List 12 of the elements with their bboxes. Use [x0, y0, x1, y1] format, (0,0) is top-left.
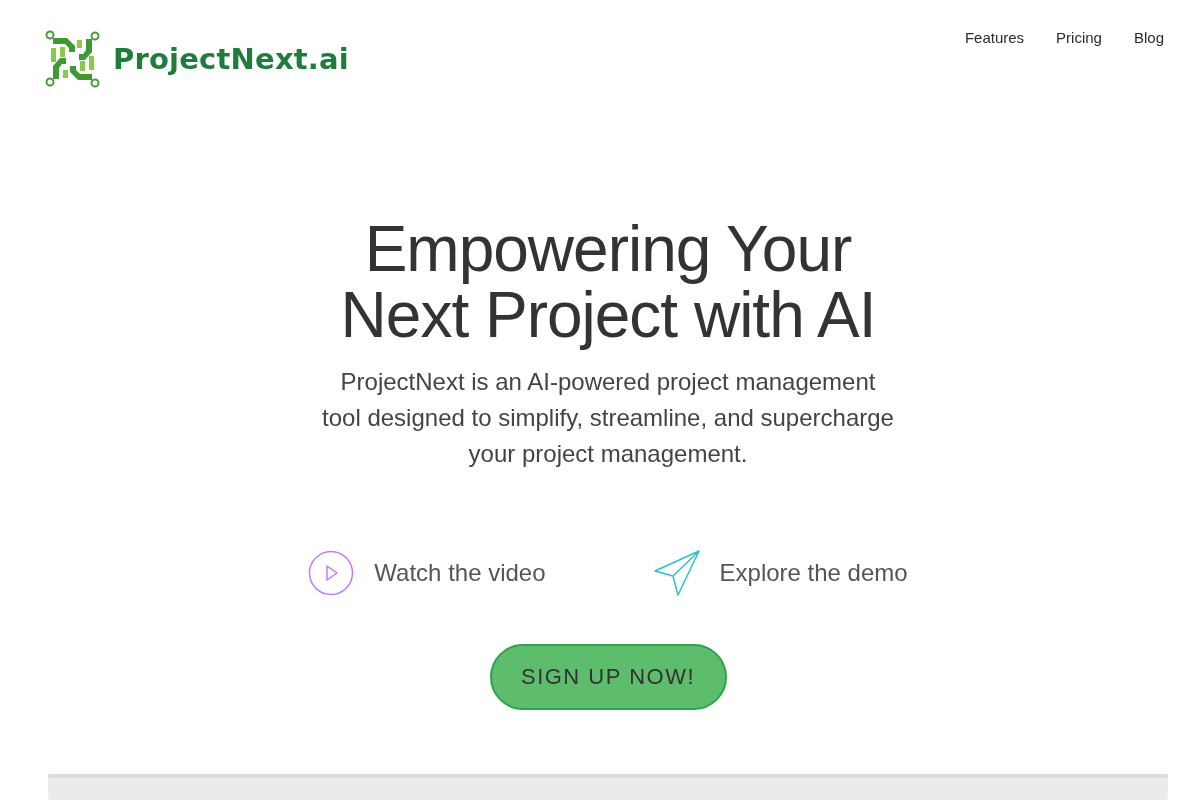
paper-plane-icon [653, 550, 700, 596]
nav-link[interactable]: Features [964, 30, 1025, 46]
brand-name: ProjectNext.ai [113, 42, 349, 76]
circuit-logo-icon [45, 30, 101, 88]
watch-video-link[interactable]: Watch the video [308, 550, 546, 596]
hero-description: ProjectNext is an AI-powered project management tool designed to simplify, streamline, and supercharge your project management. [322, 367, 894, 469]
hero-heading: Empowering Your Next Project with AI [340, 216, 876, 348]
nav-link[interactable]: Pricing [1056, 30, 1102, 46]
nav-link[interactable]: Blog [1133, 30, 1164, 46]
explore-demo-link[interactable]: Explore the demo [653, 550, 908, 596]
play-circle-icon [308, 550, 355, 596]
sign-up-button[interactable]: SIGN UP NOW! [489, 644, 727, 710]
